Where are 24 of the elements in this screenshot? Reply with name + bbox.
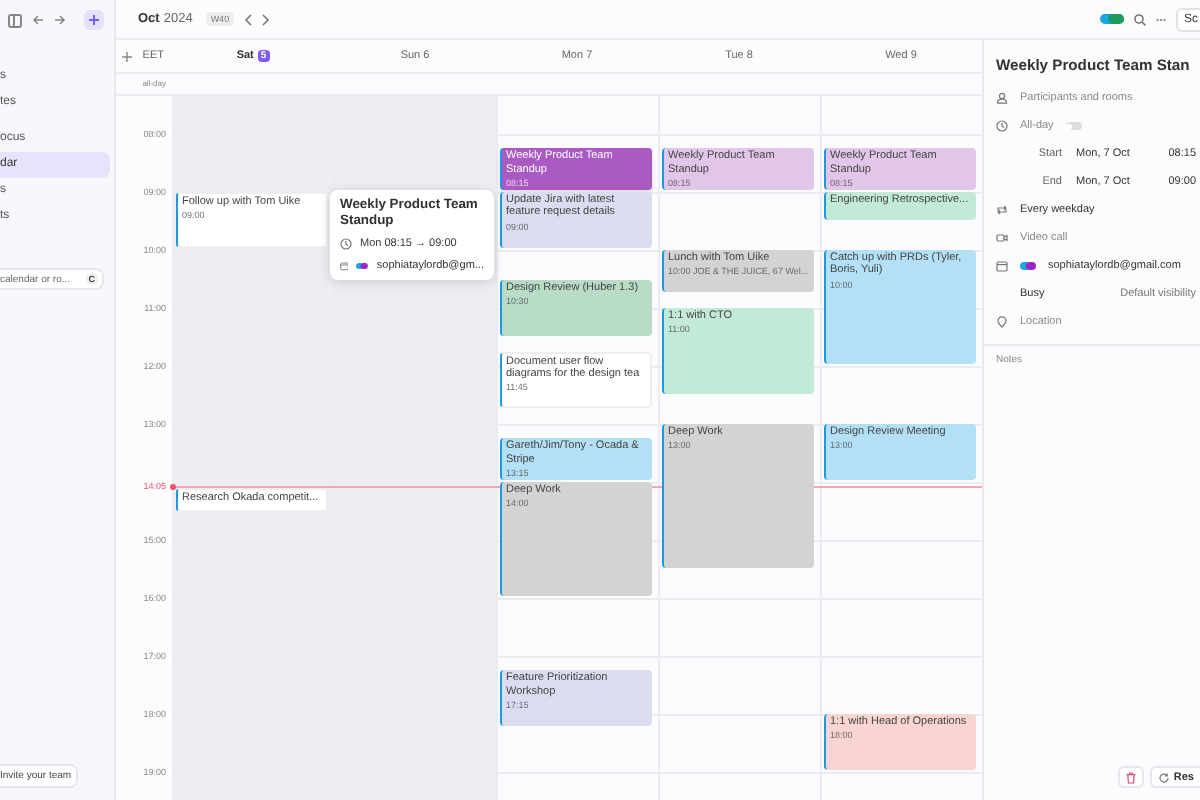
reschedule-icon [1157,771,1170,783]
back-arrow-icon[interactable] [32,14,44,26]
calendar-icon [996,260,1008,272]
video-icon [996,232,1008,244]
person-icon [996,92,1008,104]
calendar-color-icon [356,262,369,271]
delete-button[interactable] [1117,766,1144,788]
plus-icon [88,14,100,26]
chevron-right-icon[interactable] [261,13,270,25]
plus-icon[interactable] [122,51,132,61]
trash-icon [1125,771,1136,783]
calendar-icon [340,260,349,273]
clock-icon [340,238,352,251]
clock-icon [996,120,1008,132]
sidebar-toggle-icon[interactable] [8,13,22,27]
forward-arrow-icon[interactable] [54,14,66,26]
toggle-icon[interactable] [1100,14,1124,24]
repeat-icon [996,204,1008,216]
search-icon[interactable] [1134,13,1146,25]
new-event-button[interactable] [84,10,104,30]
chevron-left-icon[interactable] [243,13,252,25]
calendar-color-icon [1020,262,1036,270]
location-icon [996,316,1008,328]
all-day-toggle[interactable] [1065,122,1082,130]
